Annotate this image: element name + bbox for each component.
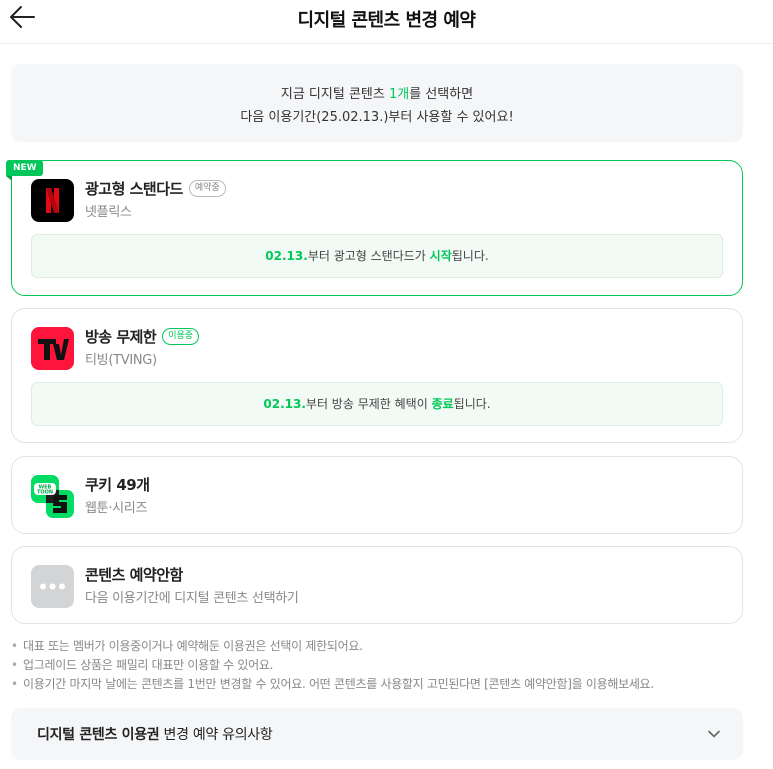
info-box: 02.13.부터 방송 무제한 혜택이 종료됩니다.: [31, 382, 723, 426]
notice-line-2: 다음 이용기간(25.02.13.)부터 사용할 수 있어요!: [240, 110, 514, 125]
status-badge: 이용중: [162, 328, 200, 345]
webtoon-logo-text: TOON: [37, 490, 53, 496]
tving-logo: [31, 327, 74, 370]
card-title: 콘텐츠 예약안함: [85, 566, 183, 584]
status-badge: 예약중: [188, 180, 226, 197]
new-badge: NEW: [6, 160, 43, 181]
notice-text: 지금 디지털 콘텐츠: [280, 87, 389, 102]
page-title: 디지털 콘텐츠 변경 예약: [297, 10, 476, 31]
notes-list: 대표 또는 멤버가 이용중이거나 예약해둔 이용권은 선택이 제한되어요. 업그…: [11, 637, 751, 694]
accordion-title-bold: 디지털 콘텐츠 이용권: [37, 727, 160, 743]
notice-text: 를 선택하면: [409, 87, 474, 102]
netflix-logo: [31, 179, 74, 222]
content-card-no-reservation[interactable]: 콘텐츠 예약안함 다음 이용기간에 디지털 콘텐츠 선택하기: [11, 546, 743, 624]
card-subtitle: 넷플릭스: [85, 205, 132, 220]
title-row: 광고형 스탠다드 예약중: [85, 178, 226, 199]
info-text: 부터 방송 무제한 혜택이: [305, 397, 432, 411]
title-row: 쿠키 49개: [85, 474, 150, 495]
title-row: 콘텐츠 예약안함: [85, 564, 183, 585]
caution-accordion[interactable]: 디지털 콘텐츠 이용권 변경 예약 유의사항: [11, 708, 743, 760]
notice-count: 1개: [388, 87, 410, 102]
info-text: 됩니다.: [451, 249, 489, 263]
info-date: 02.13.: [263, 397, 306, 411]
info-text: 부터 광고형 스탠다드가: [307, 249, 430, 263]
info-box: 02.13.부터 광고형 스탠다드가 시작됩니다.: [31, 234, 723, 278]
content-card-cookie[interactable]: WEB TOON 쿠키 49개 웹툰·시리즈: [11, 456, 743, 534]
notice-line-1: 지금 디지털 콘텐츠 1개를 선택하면: [11, 83, 743, 102]
card-subtitle: 티빙(TVING): [85, 353, 157, 368]
chevron-down-icon: [708, 730, 720, 738]
accordion-title: 디지털 콘텐츠 이용권 변경 예약 유의사항: [37, 724, 273, 744]
info-text: 됩니다.: [453, 397, 491, 411]
content-card-netflix[interactable]: NEW 광고형 스탠다드 예약중 넷플릭스 02.13.부터 광고형 스탠다드가…: [6, 160, 743, 296]
info-highlight: 시작: [429, 249, 452, 263]
accordion-title-rest: 변경 예약 유의사항: [159, 727, 273, 743]
selection-notice: 지금 디지털 콘텐츠 1개를 선택하면 다음 이용기간(25.02.13.)부터…: [11, 64, 743, 142]
content-card-tving[interactable]: 방송 무제한 이용중 티빙(TVING) 02.13.부터 방송 무제한 혜택이…: [11, 308, 743, 443]
header: 디지털 콘텐츠 변경 예약: [0, 0, 773, 44]
note-item: 이용기간 마지막 날에는 콘텐츠를 1번만 변경할 수 있어요. 어떤 콘텐츠를…: [11, 675, 751, 694]
card-title: 쿠키 49개: [85, 476, 150, 494]
card-subtitle: 다음 이용기간에 디지털 콘텐츠 선택하기: [85, 591, 299, 606]
card-title: 방송 무제한: [85, 328, 157, 346]
card-subtitle: 웹툰·시리즈: [85, 501, 148, 516]
info-highlight: 종료: [431, 397, 454, 411]
note-item: 업그레이드 상품은 패밀리 대표만 이용할 수 있어요.: [11, 656, 751, 675]
card-title: 광고형 스탠다드: [85, 180, 183, 198]
title-row: 방송 무제한 이용중: [85, 326, 200, 347]
more-dots-icon: [31, 565, 74, 608]
webtoon-series-logo: WEB TOON: [31, 475, 74, 518]
info-date: 02.13.: [265, 249, 308, 263]
note-item: 대표 또는 멤버가 이용중이거나 예약해둔 이용권은 선택이 제한되어요.: [11, 637, 751, 656]
